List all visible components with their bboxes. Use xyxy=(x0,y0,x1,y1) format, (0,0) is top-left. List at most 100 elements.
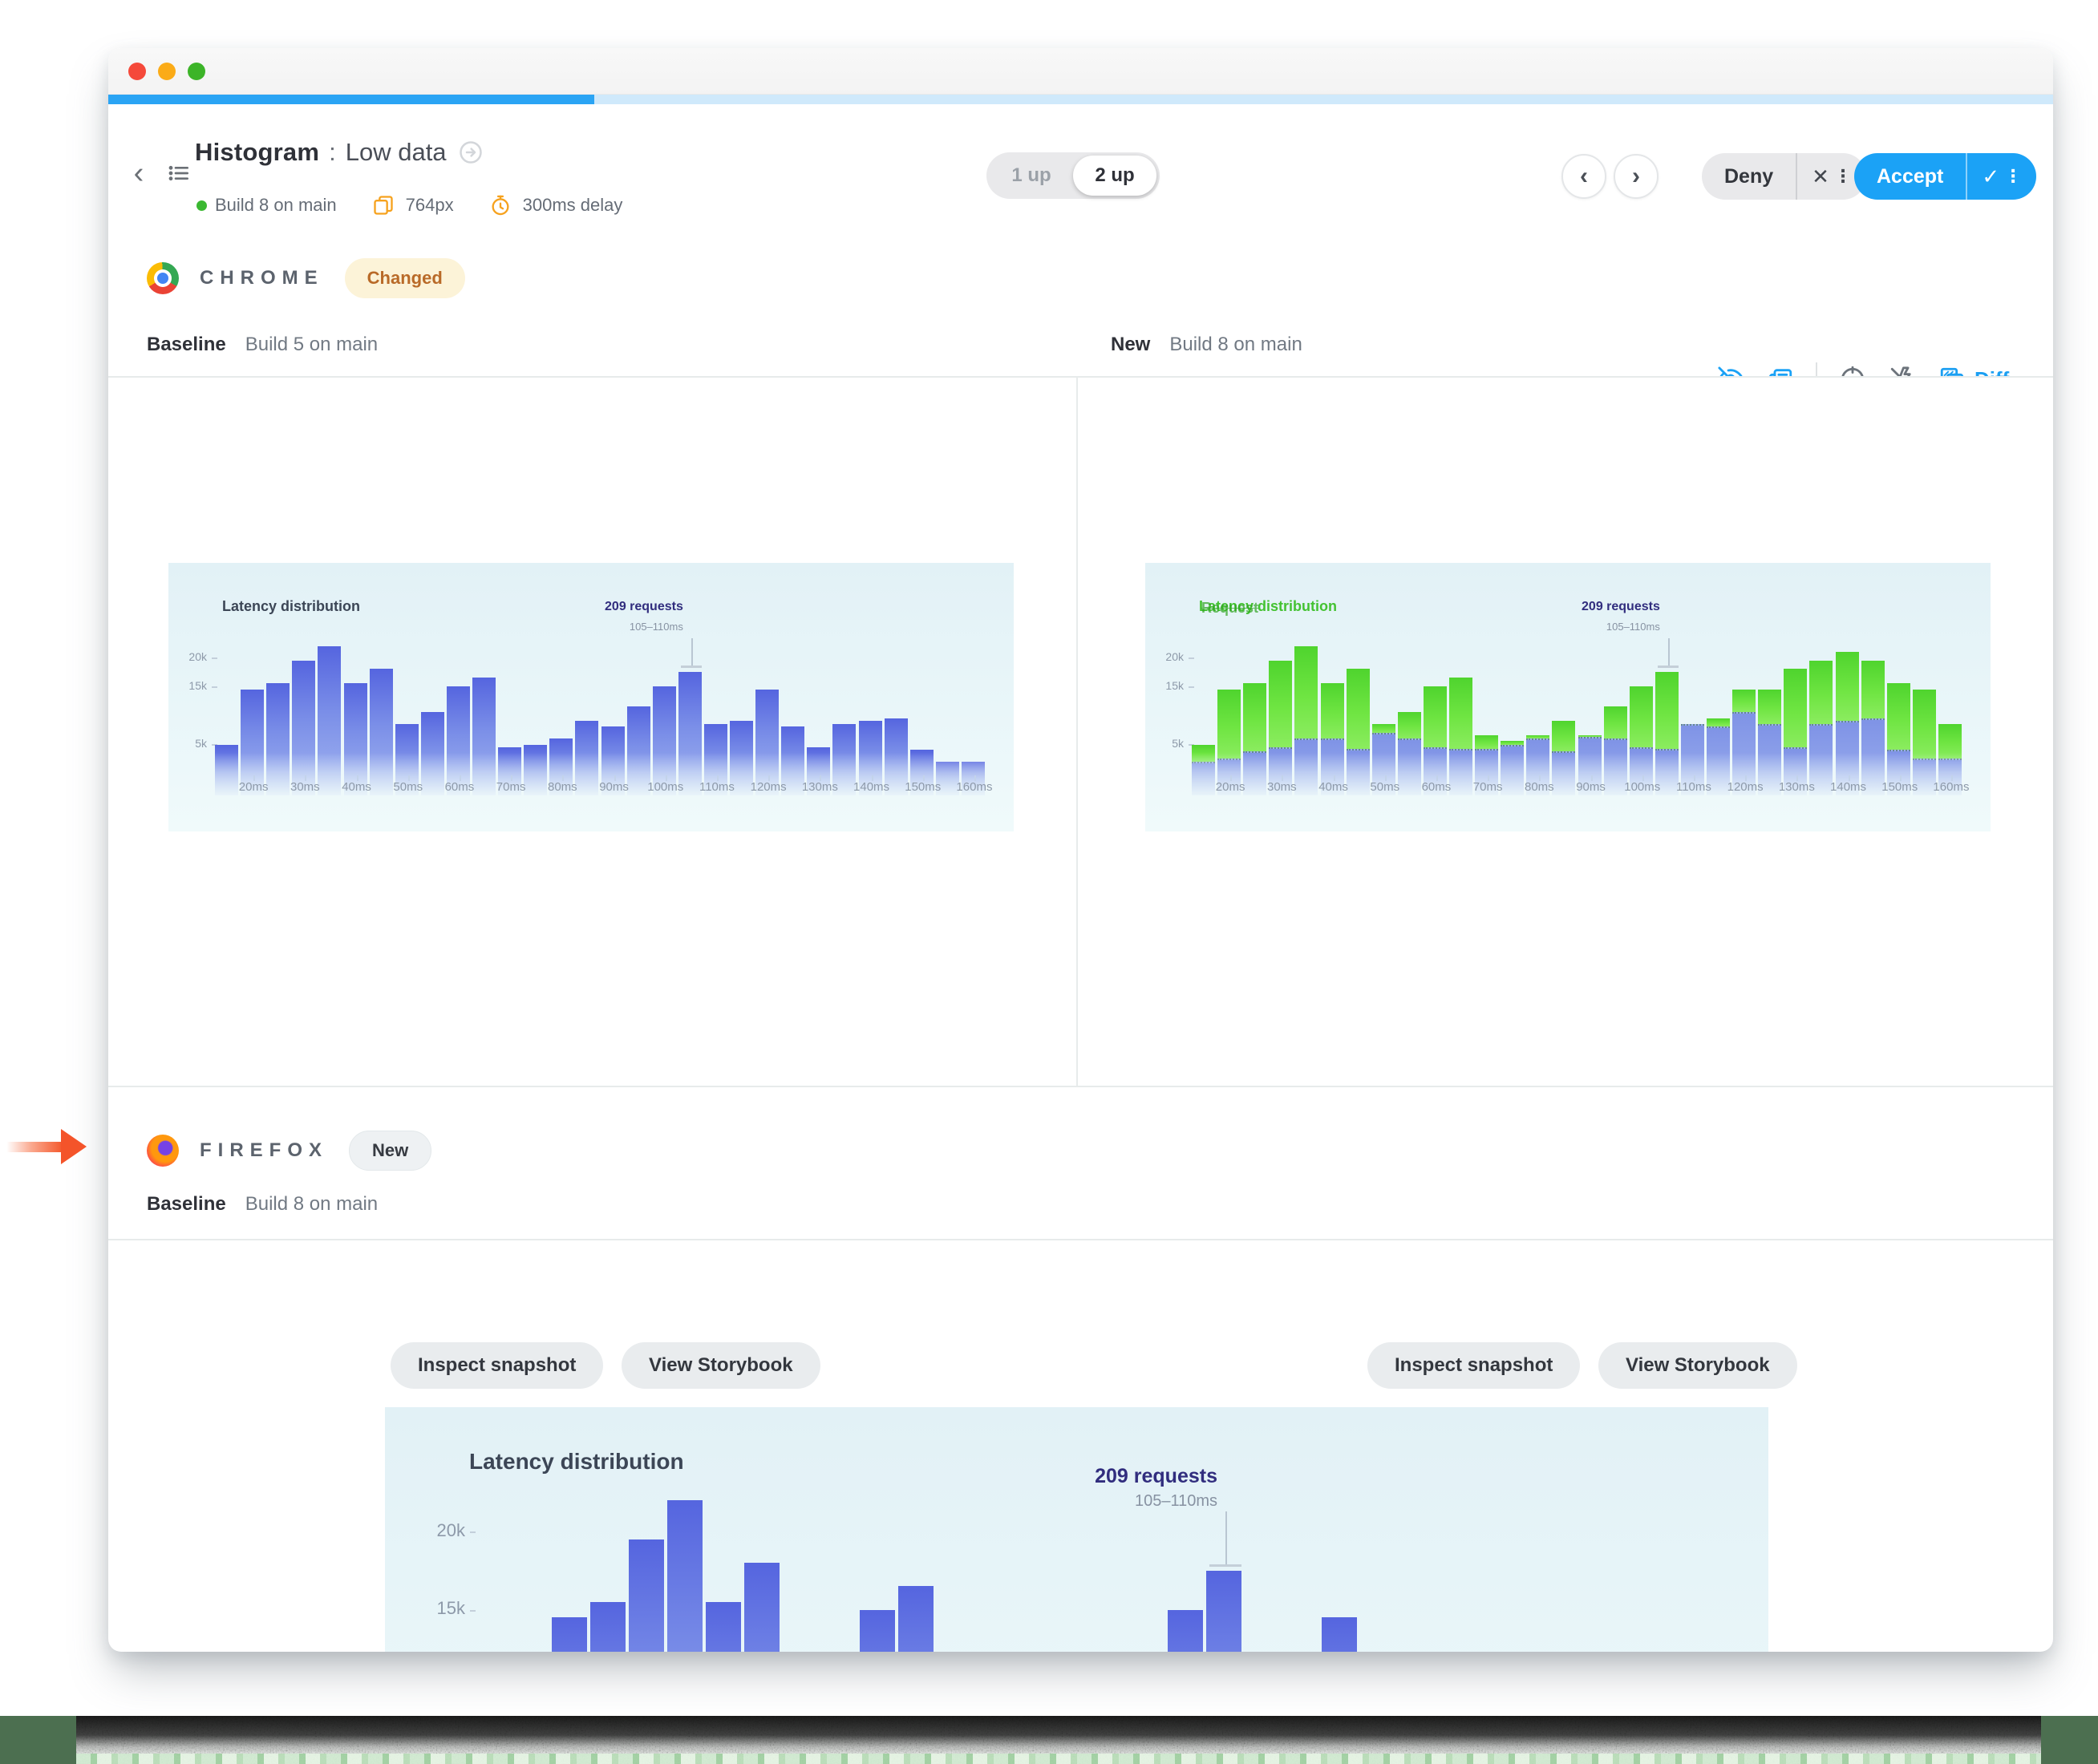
x-axis-tick-mark xyxy=(356,775,358,781)
histogram-bar xyxy=(652,686,676,795)
x-axis-tick-mark xyxy=(614,775,616,781)
diff-changed-bar xyxy=(1629,686,1653,747)
diff-changed-bar xyxy=(1294,645,1318,738)
chevron-right-icon: › xyxy=(1632,163,1640,189)
x-axis-tick-mark xyxy=(305,775,307,781)
x-axis-tick-mark xyxy=(407,775,410,781)
story-group-name: Histogram xyxy=(195,138,320,166)
toggle-1up[interactable]: 1 up xyxy=(990,156,1073,196)
histogram-bars xyxy=(1145,563,1991,799)
x-axis-tick-mark xyxy=(1745,775,1748,781)
chrome-section-header: CHROME Changed xyxy=(147,258,465,298)
x-axis-tick-mark xyxy=(1436,775,1438,781)
delay-chunk[interactable]: 300ms delay xyxy=(486,191,622,220)
zoom-window-button[interactable] xyxy=(188,63,205,80)
viewport-icon xyxy=(369,191,398,220)
histogram-bar xyxy=(629,1539,664,1652)
accept-button[interactable]: Accept xyxy=(1854,153,1966,200)
x-axis-tick-mark xyxy=(768,775,771,781)
new-snapshot-diff[interactable]: Latency Request distribution 5k 15k 20k 20ms… xyxy=(1145,563,1991,831)
x-axis-tick-mark xyxy=(1539,775,1541,781)
chrome-browser-label: CHROME xyxy=(200,267,324,289)
x-axis-tick-mark xyxy=(1590,775,1593,781)
x-axis-tick-mark xyxy=(716,775,719,781)
back-button[interactable]: ‹ xyxy=(124,156,153,190)
app-window: ‹ Histogram : Low data Build 8 on main 7… xyxy=(108,48,2053,1652)
annotation-tick xyxy=(1209,1564,1241,1567)
x-axis-tick-mark xyxy=(253,775,256,781)
histogram-bar xyxy=(667,1500,703,1652)
firefox-baseline-snapshot[interactable]: Latency distribution 5k15k20k20ms30ms40m… xyxy=(385,1407,1768,1652)
diff-changed-bar xyxy=(1886,683,1910,751)
diff-changed-bar xyxy=(1217,689,1241,759)
toggle-2up[interactable]: 2 up xyxy=(1073,156,1156,196)
annotation-line xyxy=(1225,1511,1227,1566)
annotation-label: 209 requests xyxy=(1582,600,1660,613)
close-window-button[interactable] xyxy=(128,63,146,80)
histogram-bars xyxy=(385,1407,1768,1652)
baseline-snapshot[interactable]: Latency distribution 5k 15k 20k 20ms 30ms 40m… xyxy=(168,563,1014,831)
inspect-snapshot-button[interactable]: Inspect snapshot xyxy=(1367,1342,1581,1389)
story-meta-row: Build 8 on main 764px 300ms delay xyxy=(196,191,643,220)
story-name: Low data xyxy=(345,138,447,166)
diff-changed-bar xyxy=(1552,721,1576,751)
baseline-label: Baseline xyxy=(147,1193,226,1215)
build-passed-dot-icon xyxy=(196,200,207,211)
histogram-bar xyxy=(266,683,290,795)
histogram-bar xyxy=(898,1586,934,1652)
go-to-story-icon[interactable] xyxy=(456,138,485,167)
comparison-area: Latency distribution 5k 15k 20k 20ms 30ms 40m… xyxy=(108,376,2053,1389)
next-change-button[interactable]: › xyxy=(1614,154,1659,199)
x-axis-tick-mark xyxy=(1333,775,1335,781)
title-separator: : xyxy=(329,138,336,166)
annotation-label: 209 requests xyxy=(605,600,683,613)
x-axis-tick-mark xyxy=(1950,775,1953,781)
x-axis-tick-mark xyxy=(1899,775,1902,781)
new-build: Build 8 on main xyxy=(1169,334,1302,355)
deny-button[interactable]: Deny xyxy=(1702,153,1796,200)
x-axis-tick-mark xyxy=(1384,775,1387,781)
diff-changed-bar xyxy=(1707,718,1731,727)
diff-changed-bar xyxy=(1809,660,1833,724)
build-progress-fill xyxy=(108,95,595,104)
diff-changed-bar xyxy=(1269,660,1293,747)
minimize-window-button[interactable] xyxy=(158,63,176,80)
histogram-bar xyxy=(446,686,470,795)
viewport-label: 764px xyxy=(405,195,454,215)
viewport-chunk[interactable]: 764px xyxy=(369,191,454,220)
diff-changed-bar xyxy=(1397,712,1421,738)
histogram-bar xyxy=(343,683,367,795)
inspect-snapshot-button[interactable]: Inspect snapshot xyxy=(391,1342,604,1389)
annotation-line xyxy=(691,638,693,667)
view-storybook-button[interactable]: View Storybook xyxy=(622,1342,820,1389)
section-divider xyxy=(108,1239,2053,1240)
x-icon: ✕ xyxy=(1812,164,1829,188)
annotation-arrow-icon xyxy=(6,1127,88,1167)
previous-change-button[interactable]: ‹ xyxy=(1561,154,1606,199)
diff-changed-bar xyxy=(1320,683,1344,738)
accept-more-button[interactable]: ✓ ⋮ xyxy=(1966,153,2036,200)
x-axis-tick-mark xyxy=(562,775,565,781)
view-storybook-button[interactable]: View Storybook xyxy=(1598,1342,1797,1389)
chevron-left-icon: ‹ xyxy=(1580,163,1588,189)
x-axis-tick-mark xyxy=(665,775,667,781)
diff-changed-bar xyxy=(1835,651,1859,722)
x-axis-tick-label: 160ms xyxy=(1933,780,1970,794)
build-progress-track xyxy=(108,95,2053,104)
x-axis-tick-mark xyxy=(1230,775,1233,781)
window-titlebar xyxy=(108,48,2053,95)
annotation-label: 209 requests xyxy=(1095,1465,1217,1487)
x-axis-tick-mark xyxy=(974,775,976,781)
annotation-range: 105–110ms xyxy=(1134,1492,1217,1510)
layout-toggle: 1 up 2 up xyxy=(986,152,1160,199)
histogram-bars xyxy=(168,563,1014,799)
x-axis-tick-mark xyxy=(1488,775,1490,781)
story-list-icon[interactable] xyxy=(164,159,193,188)
x-axis-tick-mark xyxy=(459,775,461,781)
baseline-build: Build 8 on main xyxy=(245,1193,379,1215)
baseline-build-label: Baseline Build 5 on main xyxy=(147,334,378,356)
histogram-bar xyxy=(1322,1617,1357,1652)
annotation-tick xyxy=(680,666,702,668)
diff-changed-bar xyxy=(1346,669,1370,749)
x-axis-tick-mark xyxy=(922,775,925,781)
